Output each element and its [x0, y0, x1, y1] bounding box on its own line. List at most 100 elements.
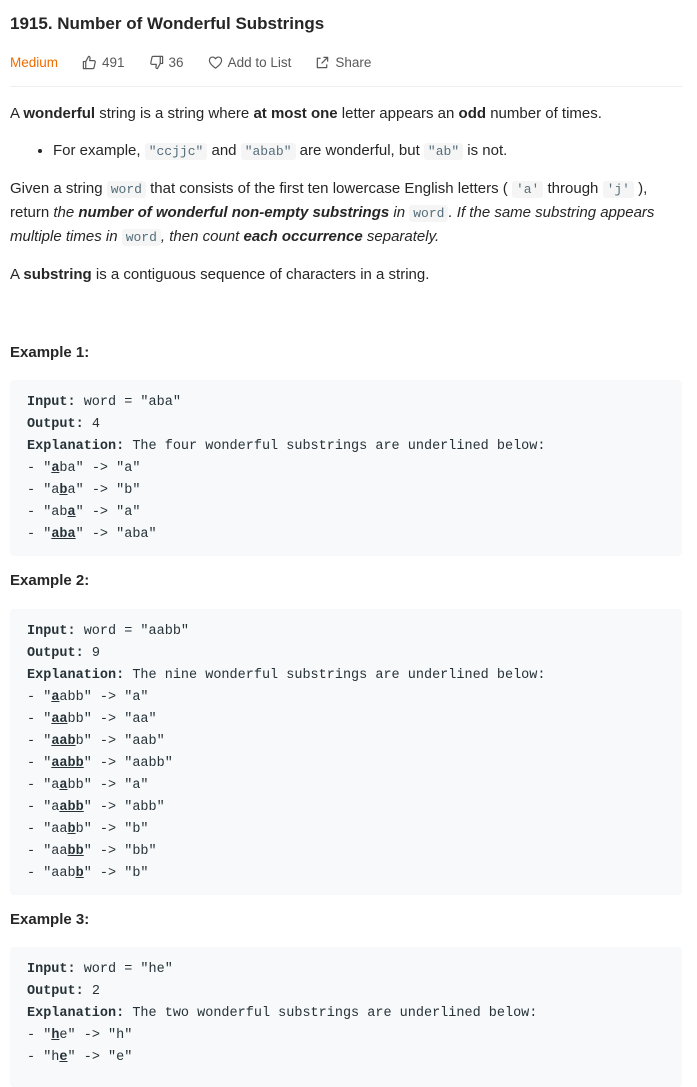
- substring-suffix: " -> "abb": [83, 800, 165, 815]
- substring-underlined: b: [67, 822, 76, 837]
- substring-prefix: - "ab: [27, 505, 68, 520]
- substring-suffix: " -> "a": [75, 505, 141, 520]
- example-output-value: 9: [83, 646, 100, 661]
- example-substring-line: - "aabb" -> "aa": [27, 709, 682, 731]
- substring-underlined: bb: [67, 844, 84, 859]
- example-input-line: Input: word = "aabb": [27, 621, 682, 643]
- substring-prefix: - "aa: [27, 822, 68, 837]
- share-icon: [317, 56, 329, 68]
- text-segment: in: [389, 204, 410, 221]
- text-segment: substring: [23, 266, 92, 283]
- substring-prefix: - ": [27, 690, 52, 705]
- share-button[interactable]: Share: [315, 55, 371, 70]
- example-3-block: Input: word = "he" Output: 2 Explanation: …: [10, 947, 682, 1087]
- like-button[interactable]: 491: [82, 55, 125, 70]
- substring-prefix: - ": [27, 712, 52, 727]
- example-substring-line: - "he" -> "h": [27, 1025, 682, 1047]
- example-output-line: Output: 4: [27, 414, 682, 436]
- example-explanation-line: Explanation: The four wonderful substrin…: [27, 436, 682, 458]
- substring-prefix: - "a: [27, 800, 60, 815]
- inline-code: word: [409, 205, 449, 222]
- example-explanation-value: The four wonderful substrings are underl…: [124, 439, 546, 454]
- add-to-list-label: Add to List: [227, 54, 292, 70]
- text-segment: each occurrence: [243, 228, 363, 245]
- example-explanation-line: Explanation: The two wonderful substring…: [27, 1003, 682, 1025]
- inline-code: 'j': [602, 181, 634, 198]
- text-segment: number of times.: [486, 105, 602, 122]
- text-segment: is not.: [463, 142, 508, 159]
- example-output-line: Output: 9: [27, 643, 682, 665]
- example-substring-line: - "aabb" -> "b": [27, 819, 682, 841]
- example-explanation-label: Explanation:: [27, 439, 125, 454]
- description-bullet-example: For example, "ccjjc" and "abab" are wond…: [53, 139, 682, 163]
- example-3-heading: Example 3:: [10, 911, 90, 928]
- substring-suffix: e" -> "h": [59, 1028, 133, 1043]
- text-segment: number of wonderful non-empty substrings: [78, 204, 390, 221]
- example-output-value: 2: [83, 984, 100, 999]
- example-output-label: Output:: [27, 417, 84, 432]
- example-explanation-value: The two wonderful substrings are underli…: [124, 1006, 538, 1021]
- example-2-heading: Example 2:: [10, 572, 90, 589]
- example-output-line: Output: 2: [27, 981, 682, 1003]
- substring-prefix: - ": [27, 461, 52, 476]
- substring-underlined: aab: [51, 734, 76, 749]
- substring-suffix: ba" -> "a": [59, 461, 141, 476]
- example-output-value: 4: [83, 417, 100, 432]
- substring-prefix: - ": [27, 1028, 52, 1043]
- difficulty-label: Medium: [10, 54, 59, 70]
- substring-underlined: abb: [59, 800, 84, 815]
- example-explanation-label: Explanation:: [27, 1006, 125, 1021]
- example-output-label: Output:: [27, 646, 84, 661]
- example-substring-line: - "aba" -> "a": [27, 458, 682, 480]
- substring-prefix: - "a: [27, 483, 60, 498]
- inline-code: "abab": [240, 143, 296, 160]
- example-output-label: Output:: [27, 984, 84, 999]
- substring-prefix: - ": [27, 527, 52, 542]
- example-1-heading: Example 1:: [10, 344, 90, 361]
- substring-suffix: " -> "aba": [75, 527, 157, 542]
- substring-suffix: abb" -> "a": [59, 690, 149, 705]
- problem-title: 1915. Number of Wonderful Substrings: [10, 14, 325, 33]
- text-segment: are wonderful, but: [295, 142, 424, 159]
- substring-underlined: a: [67, 505, 76, 520]
- substring-underlined: aba: [51, 527, 76, 542]
- substring-underlined: a: [59, 778, 68, 793]
- dislike-count: 36: [168, 54, 184, 70]
- substring-underlined: b: [59, 483, 68, 498]
- add-to-list-button[interactable]: Add to List: [208, 54, 292, 70]
- text-segment: wonderful: [23, 105, 96, 122]
- text-segment: the: [53, 204, 79, 221]
- text-segment: A: [10, 266, 24, 283]
- example-input-label: Input:: [27, 395, 76, 410]
- example-substring-line: - "aabb" -> "a": [27, 775, 682, 797]
- dislike-button[interactable]: 36: [149, 55, 184, 70]
- substring-prefix: - ": [27, 756, 52, 771]
- inline-code: word: [106, 181, 146, 198]
- substring-suffix: bb" -> "aa": [67, 712, 157, 727]
- description-paragraph-substring: A substring is a contiguous sequence of …: [10, 263, 682, 286]
- substring-underlined: aa: [51, 712, 68, 727]
- example-substring-line: - "aabb" -> "abb": [27, 797, 682, 819]
- substring-suffix: " -> "bb": [83, 844, 157, 859]
- example-substring-line: - "aabb" -> "aab": [27, 731, 682, 753]
- substring-suffix: bb" -> "a": [67, 778, 149, 793]
- inline-code: "ccjjc": [144, 143, 208, 160]
- example-input-line: Input: word = "aba": [27, 392, 682, 414]
- description-paragraph-task: Given a string word that consists of the…: [10, 177, 682, 249]
- example-substring-line: - "aba" -> "aba": [27, 524, 682, 546]
- substring-suffix: b" -> "aab": [75, 734, 165, 749]
- substring-underlined: b: [75, 866, 84, 881]
- example-input-label: Input:: [27, 624, 76, 639]
- substring-suffix: " -> "b": [83, 866, 149, 881]
- substring-suffix: b" -> "b": [75, 822, 149, 837]
- text-segment: at most one: [253, 105, 338, 122]
- substring-prefix: - "aab: [27, 866, 76, 881]
- example-input-value: word = "he": [75, 962, 173, 977]
- example-1-block: Input: word = "aba" Output: 4 Explanation:…: [10, 380, 682, 556]
- text-segment: through: [543, 180, 603, 197]
- text-segment: is a contiguous sequence of characters i…: [91, 266, 430, 283]
- example-substring-line: - "aabb" -> "b": [27, 863, 682, 885]
- example-2-block: Input: word = "aabb" Output: 9 Explanation…: [10, 609, 682, 895]
- example-substring-line: - "aabb" -> "bb": [27, 841, 682, 863]
- text-segment: and: [207, 142, 241, 159]
